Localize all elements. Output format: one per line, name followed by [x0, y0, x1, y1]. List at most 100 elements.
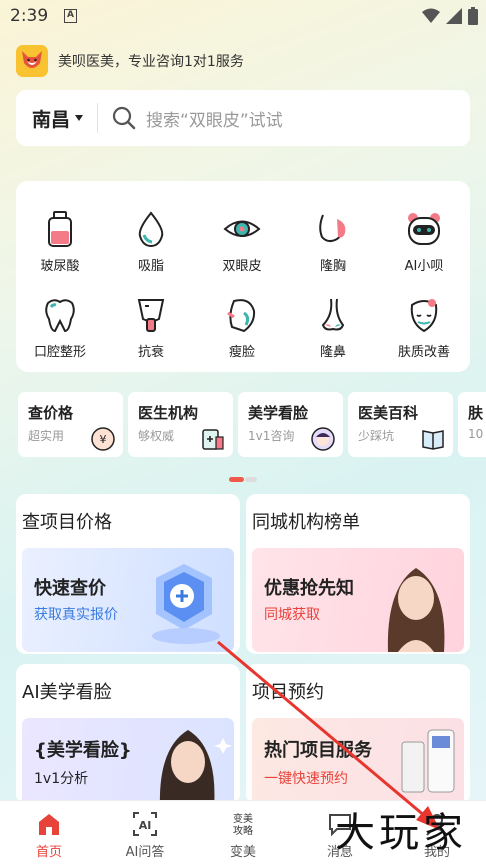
fat-drop-icon — [138, 211, 164, 248]
watermark: 大玩家 — [335, 810, 467, 856]
category-item[interactable]: 隆胸 — [289, 209, 377, 274]
status-time: 2:39 — [10, 6, 49, 26]
quick-item-wiki[interactable]: 医美百科 少踩坑 — [348, 392, 453, 457]
category-label: AI小呗 — [404, 259, 444, 274]
panel-booking[interactable]: 项目预约 热门项目服务 一键快速预约 — [246, 664, 470, 804]
ai-qa-icon: AI — [133, 812, 157, 836]
clinic-icon — [202, 429, 224, 450]
svg-text:变美: 变美 — [233, 812, 253, 825]
category-label: 双眼皮 — [222, 259, 262, 274]
wifi-icon — [422, 8, 440, 23]
tab-label: 首页 — [35, 845, 62, 860]
panel-title: 查项目价格 — [22, 512, 112, 533]
search-shield-icon — [152, 564, 220, 644]
caret-down-icon — [75, 115, 84, 121]
banner-price[interactable]: 快速查价 获取真实报价 — [22, 548, 234, 652]
banner-subtitle: 获取真实报价 — [34, 607, 118, 623]
hyaluronic-bottle-icon — [48, 211, 72, 247]
quick-subtitle: 10 — [468, 427, 484, 441]
banner-title: 快速查价 — [34, 578, 106, 599]
category-label: 玻尿酸 — [40, 259, 80, 274]
quick-title: 肤 — [468, 404, 484, 422]
ai-robot-icon — [408, 213, 440, 245]
banner-subtitle: 同城获取 — [264, 607, 320, 623]
category-item[interactable]: 吸脂 — [107, 209, 195, 274]
category-label: 肤质改善 — [397, 345, 450, 360]
quick-item-price[interactable]: 查价格 超实用 ¥ — [18, 392, 123, 457]
category-item[interactable]: AI小呗 — [380, 209, 468, 274]
search-placeholder: 搜索“双眼皮”试试 — [146, 110, 283, 131]
banner-subtitle: 一键快速预约 — [264, 771, 348, 787]
indicator-inactive — [245, 477, 257, 482]
fox-logo-icon — [16, 45, 48, 77]
book-icon — [422, 430, 444, 450]
nose-icon — [321, 298, 345, 331]
quick-title: 医生机构 — [138, 404, 199, 422]
banner-title: 优惠抢先知 — [264, 578, 354, 599]
category-label: 瘦脸 — [228, 345, 255, 360]
quick-title: 医美百科 — [358, 404, 419, 422]
face-avatar-icon — [311, 427, 335, 451]
cellular-icon — [446, 8, 462, 24]
chest-icon — [319, 214, 346, 243]
city-name: 南昌 — [32, 108, 71, 131]
search-input[interactable]: 搜索“双眼皮”试试 — [98, 106, 470, 131]
quick-item-skin[interactable]: 肤 10 — [458, 392, 486, 457]
svg-text:AI: AI — [139, 819, 152, 832]
home-icon — [39, 814, 59, 835]
banner-ai-face[interactable]: {美学看脸} 1v1分析 — [22, 718, 234, 804]
panel-price[interactable]: 查项目价格 快速查价 获取真实报价 — [16, 494, 240, 654]
svg-text:¥: ¥ — [100, 433, 107, 446]
model-portrait-icon — [387, 568, 445, 652]
tab-home[interactable]: 首页 — [14, 811, 84, 860]
battery-icon — [468, 7, 478, 25]
quick-title: 美学看脸 — [248, 404, 309, 422]
skin-face-icon — [410, 299, 438, 333]
ai-face-portrait-icon — [159, 730, 232, 804]
banner-subtitle: 1v1分析 — [34, 771, 89, 787]
banner-title: {美学看脸} — [34, 740, 132, 761]
notification-badge-icon: A — [64, 9, 77, 23]
banner-ranking[interactable]: 优惠抢先知 同城获取 — [252, 548, 464, 652]
eye-icon — [223, 220, 261, 237]
tab-label: 变美 — [229, 845, 256, 860]
category-label: 隆胸 — [319, 259, 346, 274]
city-selector[interactable]: 南昌 — [16, 103, 99, 133]
category-item[interactable]: 肤质改善 — [380, 295, 468, 360]
brand-header: 美呗医美，专业咨询1对1服务 — [16, 45, 244, 77]
page-indicator — [229, 477, 257, 482]
brand-tagline: 美呗医美，专业咨询1对1服务 — [58, 54, 244, 70]
category-item[interactable]: 抗衰 — [107, 295, 195, 360]
category-item[interactable]: 瘦脸 — [198, 295, 286, 360]
category-grid: 玻尿酸 吸脂 双眼皮 隆胸 AI小呗 口腔整形 抗衰 瘦脸 隆鼻 肤质改善 — [16, 181, 470, 372]
banner-booking[interactable]: 热门项目服务 一键快速预约 — [252, 718, 464, 804]
beauty-strategy-icon: 变美攻略 — [231, 812, 255, 837]
panel-ai-face[interactable]: AI美学看脸 {美学看脸} 1v1分析 — [16, 664, 240, 804]
price-icon: ¥ — [91, 427, 115, 451]
category-item[interactable]: 玻尿酸 — [16, 209, 104, 274]
tab-label: AI问答 — [125, 845, 165, 860]
beauty-device-icon — [401, 729, 455, 793]
quick-title: 查价格 — [28, 404, 74, 422]
category-label: 吸脂 — [137, 259, 164, 274]
category-item[interactable]: 双眼皮 — [198, 209, 286, 274]
face-slim-icon — [227, 299, 256, 333]
panel-title: 项目预约 — [252, 682, 324, 703]
indicator-active — [229, 477, 244, 482]
banner-title: 热门项目服务 — [264, 740, 372, 761]
quick-entry-row: 查价格 超实用 ¥ 医生机构 够权威 美学看脸 1v1咨询 医美百科 少踩坑 肤… — [18, 392, 486, 457]
category-label: 隆鼻 — [319, 345, 346, 360]
category-item[interactable]: 口腔整形 — [16, 295, 104, 360]
tooth-icon — [45, 299, 75, 333]
quick-item-aesthetic[interactable]: 美学看脸 1v1咨询 — [238, 392, 343, 457]
category-label: 抗衰 — [137, 345, 164, 360]
tab-ai-qa[interactable]: AI AI问答 — [110, 811, 180, 860]
svg-text:攻略: 攻略 — [233, 824, 253, 837]
panel-ranking[interactable]: 同城机构榜单 优惠抢先知 同城获取 — [246, 494, 470, 654]
panel-title: AI美学看脸 — [22, 682, 112, 703]
category-item[interactable]: 隆鼻 — [289, 295, 377, 360]
panel-title: 同城机构榜单 — [252, 512, 360, 533]
search-bar: 南昌 搜索“双眼皮”试试 — [16, 90, 470, 146]
quick-item-clinic[interactable]: 医生机构 够权威 — [128, 392, 233, 457]
tab-beauty[interactable]: 变美 攻略 变美 — [208, 811, 278, 860]
